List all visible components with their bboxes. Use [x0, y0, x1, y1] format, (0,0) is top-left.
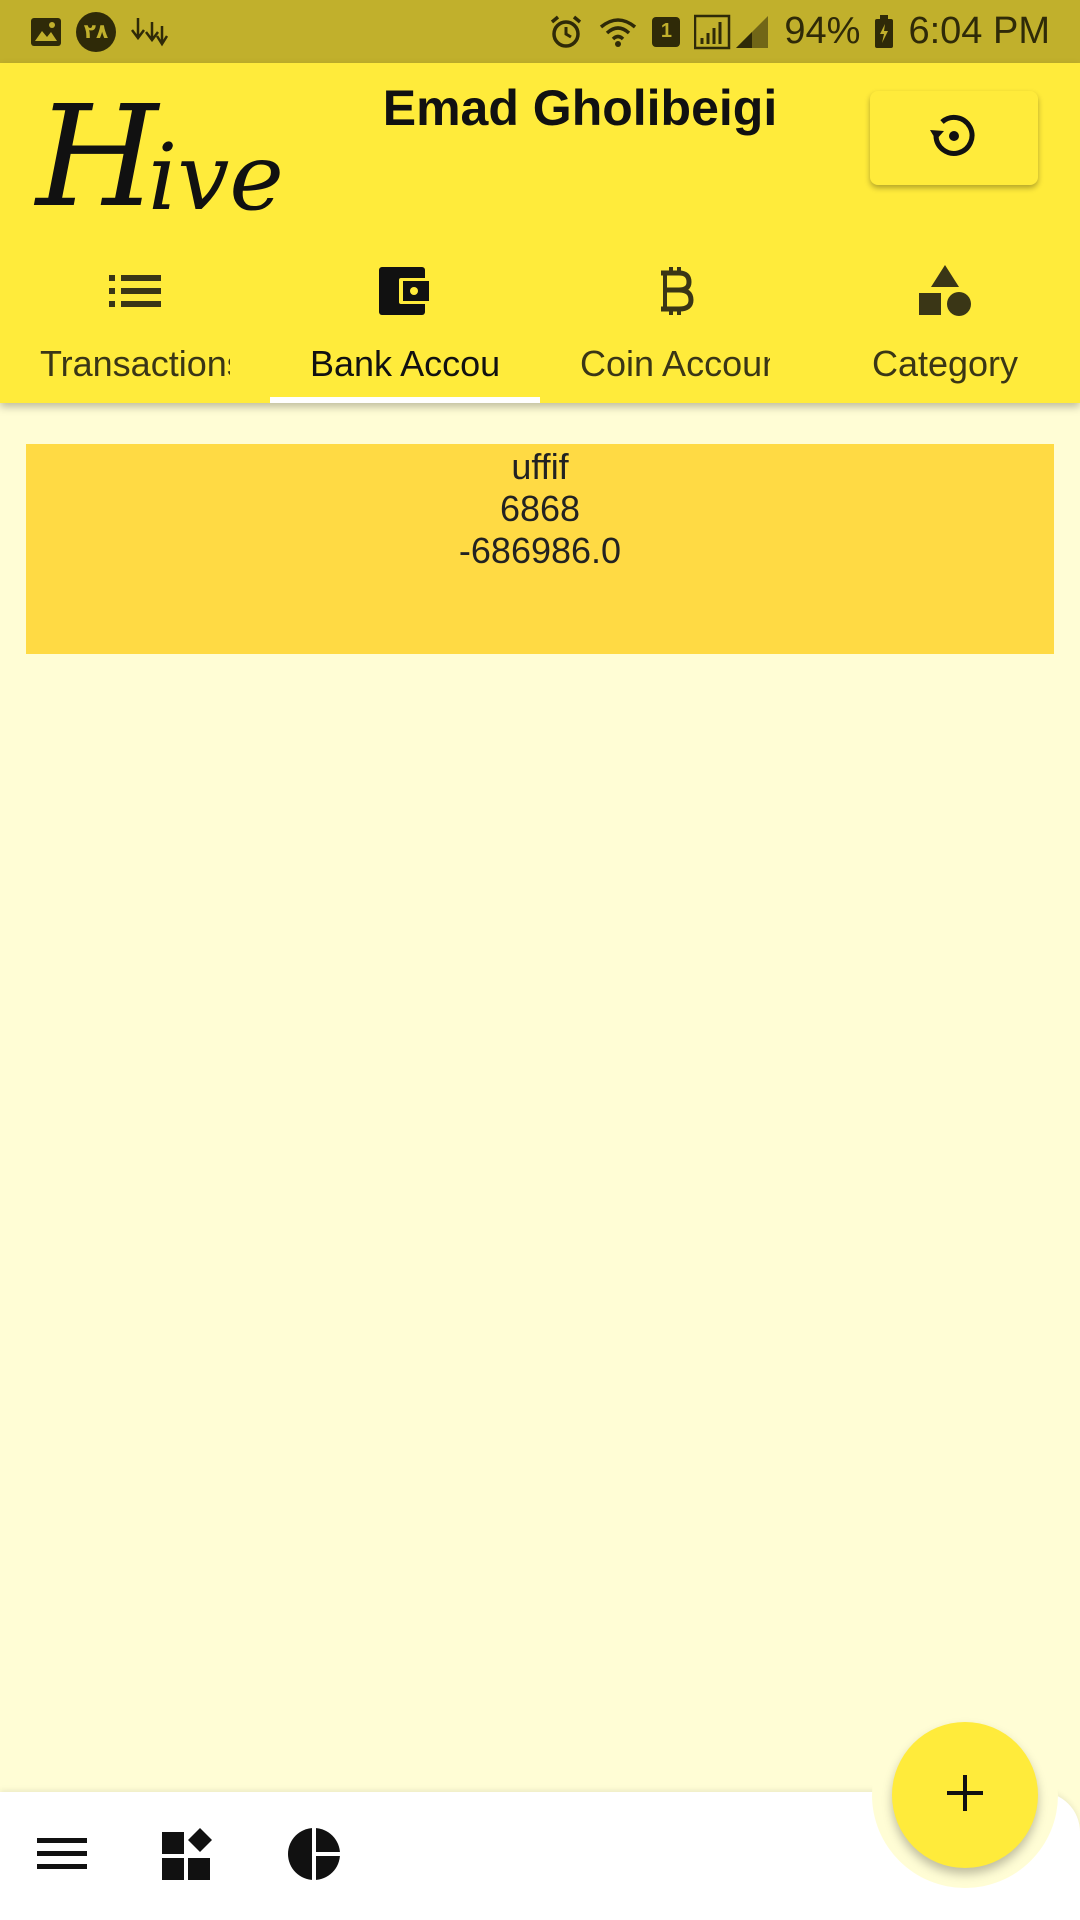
image-icon: [30, 17, 62, 47]
sim-icon: 1: [652, 16, 681, 47]
tab-label: Transactions: [40, 343, 230, 384]
clock: 6:04 PM: [908, 10, 1050, 52]
tab-label: Category: [871, 343, 1019, 384]
status-bar: ۲۸ 1 94% 6:04 PM: [0, 0, 1080, 63]
battery-icon: [874, 14, 894, 49]
hive-logo: H ive: [36, 83, 296, 233]
account-name: uffif: [511, 446, 569, 487]
status-right: 1 94% 6:04 PM: [548, 10, 1050, 53]
add-icon: [945, 1773, 985, 1818]
battery-percent: 94%: [784, 10, 861, 52]
account-balance: -686986.0: [458, 530, 622, 571]
alarm-icon: [548, 14, 584, 50]
tab-category[interactable]: Category: [810, 233, 1080, 403]
tab-label: Bank Accounts: [310, 343, 500, 384]
dashboard-button[interactable]: [148, 1816, 228, 1896]
tab-indicator: [810, 397, 1080, 403]
logo-rest: ive: [148, 124, 284, 231]
tab-coin-accounts[interactable]: Coin Accounts: [540, 233, 810, 403]
chart-button[interactable]: [274, 1816, 354, 1896]
tab-transactions[interactable]: Transactions: [0, 233, 270, 403]
signal-icon: [694, 14, 770, 50]
tab-indicator: [270, 397, 540, 403]
download-icon: [130, 16, 170, 48]
tab-label: Coin Accounts: [580, 343, 770, 384]
category-icon: [919, 261, 971, 321]
app-screen: ۲۸ 1 94% 6:04 PM H ive Emad Gholibeigi T…: [0, 0, 1080, 1920]
status-left: ۲۸: [30, 11, 170, 52]
tab-indicator: [0, 397, 270, 403]
restore-icon: [926, 108, 982, 169]
tab-bar: Transactions Bank Accounts Coin Accounts: [0, 233, 1080, 403]
pie-chart-icon: [287, 1826, 341, 1886]
bitcoin-icon: [655, 261, 695, 321]
logo-letter: H: [36, 76, 159, 239]
list-icon: [109, 261, 161, 321]
wallet-icon: [379, 261, 431, 321]
menu-button[interactable]: [22, 1816, 102, 1896]
bank-account-card[interactable]: uffif 6868 -686986.0: [26, 444, 1054, 654]
dashboard-icon: [162, 1827, 214, 1885]
menu-icon: [37, 1836, 87, 1877]
app-bar: H ive Emad Gholibeigi Transactions Bank …: [0, 63, 1080, 403]
notification-badge: ۲۸: [76, 11, 116, 52]
add-button[interactable]: [892, 1722, 1038, 1868]
tab-indicator: [540, 397, 810, 403]
user-name-title: Emad Gholibeigi: [382, 80, 778, 136]
account-number: 6868: [499, 488, 581, 529]
tab-bank-accounts[interactable]: Bank Accounts: [270, 233, 540, 403]
wifi-icon: [598, 15, 638, 49]
restore-button[interactable]: [870, 91, 1038, 185]
